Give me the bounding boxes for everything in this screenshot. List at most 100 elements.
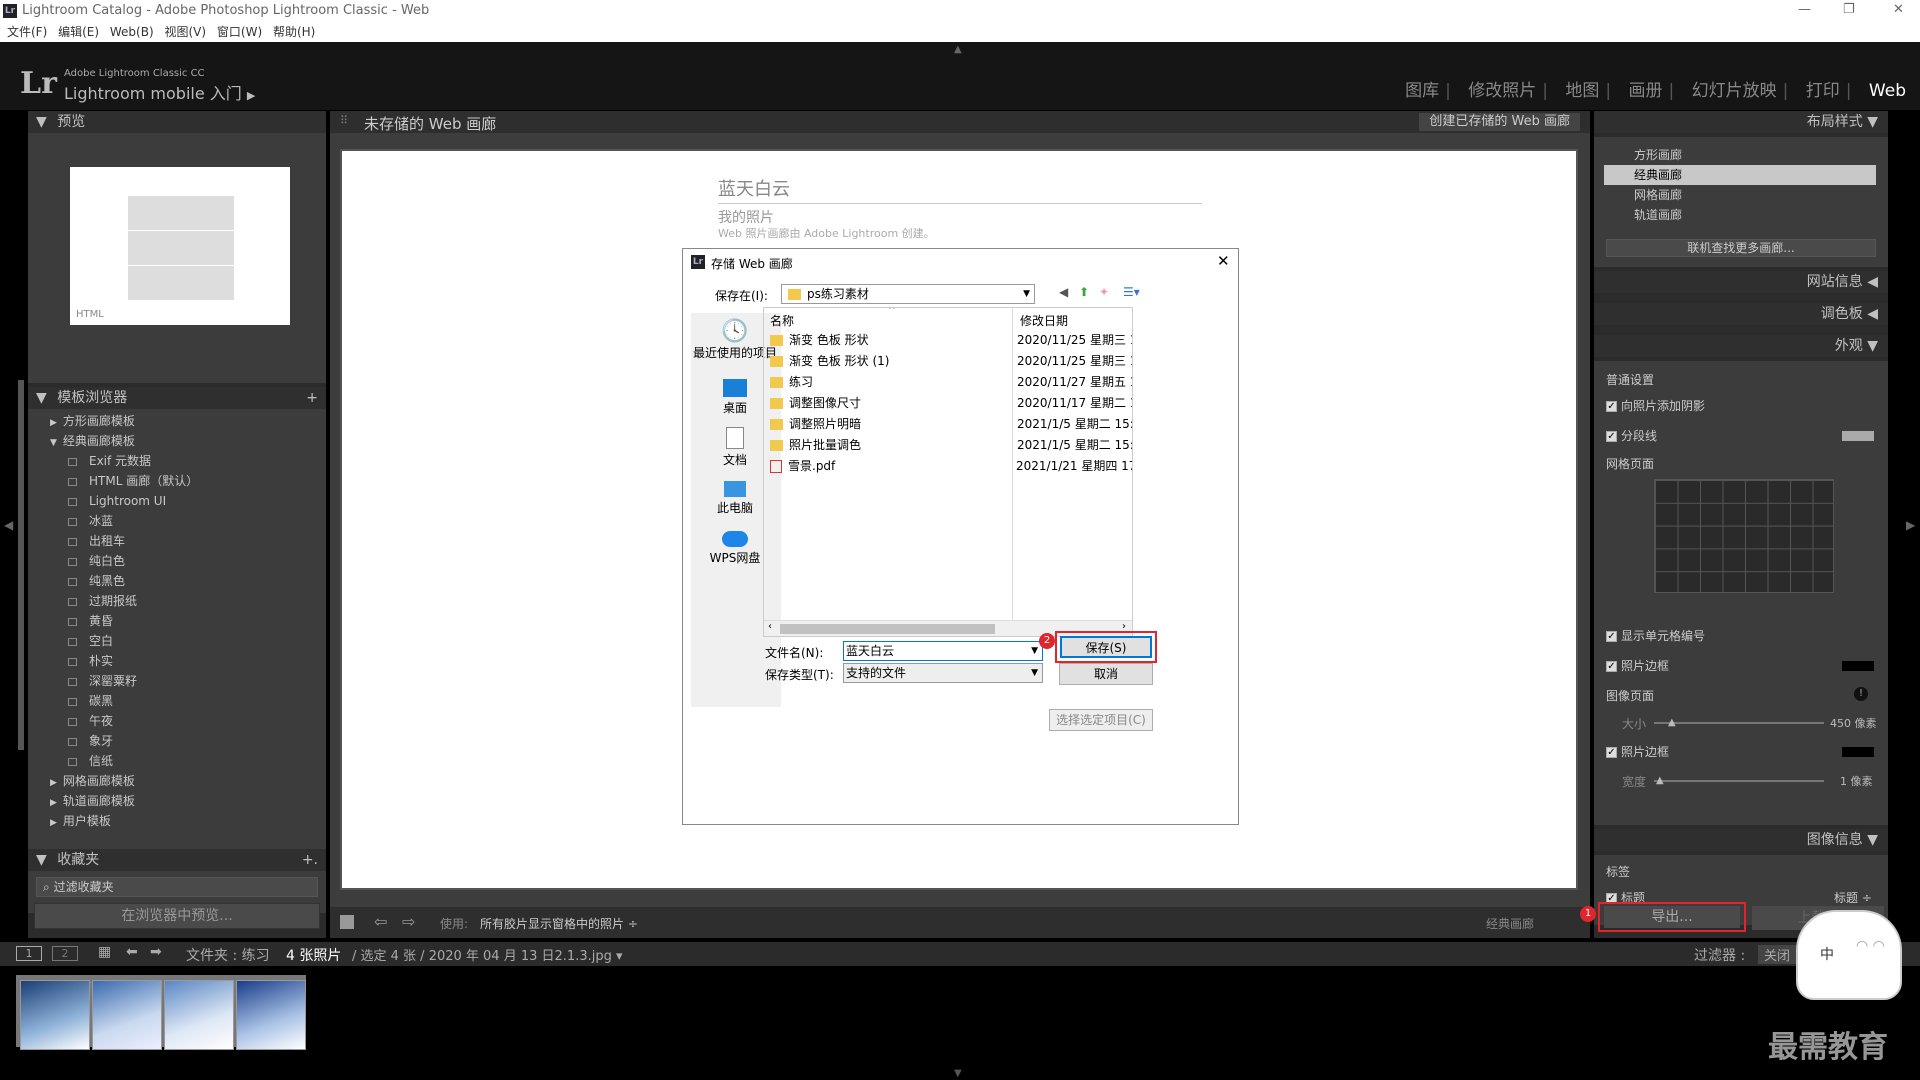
size-slider-thumb[interactable]: ▲ [1668, 717, 1676, 728]
template-item[interactable]: 空白 [28, 631, 326, 651]
menu-web[interactable]: Web(B) [110, 25, 154, 39]
left-scrollbar[interactable] [18, 380, 24, 750]
prev-icon[interactable]: ⇦ [374, 912, 387, 931]
select-item-button[interactable]: 选择选定项目(C) [1049, 709, 1153, 731]
view-menu-icon[interactable]: ☰▾ [1123, 285, 1140, 299]
image-info-header[interactable]: 图像信息 ▼ [1594, 829, 1888, 851]
find-more-galleries-button[interactable]: 联机查找更多画廊... [1606, 239, 1876, 257]
menu-window[interactable]: 窗口(W) [217, 25, 262, 39]
collection-description[interactable]: Web 照片画廊由 Adobe Lightroom 创建。 [718, 225, 935, 241]
border-color-swatch[interactable] [1842, 661, 1874, 671]
template-item[interactable]: ▶ 网格画廊模板 [28, 771, 326, 791]
filter-select[interactable]: 关闭 [1758, 945, 1797, 964]
module-slideshow[interactable]: 幻灯片放映 [1692, 81, 1777, 101]
preview-in-browser-button[interactable]: 在浏览器中预览... [34, 903, 320, 929]
collapse-top-icon[interactable]: ▲ [954, 44, 962, 55]
film-thumb-2[interactable] [92, 980, 162, 1050]
folder-path[interactable]: 文件夹 : 练习 [186, 945, 270, 965]
mobile-link[interactable]: Lightroom mobile 入门 [64, 84, 242, 103]
file-row[interactable]: 调整照片明暗 2021/1/5 星期二 15:24 [770, 414, 1132, 435]
collections-header[interactable]: ▼ 收藏夹 +. [28, 849, 326, 871]
template-item[interactable]: 纯白色 [28, 551, 326, 571]
selection-info[interactable]: / 选定 4 张 / 2020 年 04 月 13 日2.1.3.jpg ▾ [352, 945, 623, 964]
collection-title[interactable]: 我的照片 [718, 207, 774, 227]
layout-item[interactable]: 方形画廊 [1604, 145, 1876, 165]
collapse-bottom-icon[interactable]: ▼ [954, 1068, 962, 1079]
photo-border-checkbox[interactable]: ✓ 照片边框 [1606, 657, 1669, 674]
template-item[interactable]: 过期报纸 [28, 591, 326, 611]
module-map[interactable]: 地图 [1565, 81, 1599, 101]
template-item[interactable]: 朴实 [28, 651, 326, 671]
layout-style-header[interactable]: 布局样式 ▼ [1594, 111, 1888, 133]
color-palette-header[interactable]: 调色板 ◀ [1594, 303, 1888, 325]
preview-header[interactable]: ▼ 预览 [28, 111, 326, 133]
template-item[interactable]: 纯黑色 [28, 571, 326, 591]
stop-icon[interactable] [340, 915, 354, 929]
template-item[interactable]: 象牙 [28, 731, 326, 751]
template-browser-header[interactable]: ▼ 模板浏览器 + [28, 387, 326, 409]
file-row[interactable]: 雪景.pdf 2021/1/21 星期四 17:11 [770, 456, 1132, 477]
film-thumb-4[interactable] [236, 980, 306, 1050]
scroll-left-icon[interactable]: ‹ [768, 621, 772, 632]
file-row[interactable]: 渐变 色板 形状 (1) 2020/11/25 星期三 10:43 [770, 351, 1132, 372]
show-cell-number-checkbox[interactable]: ✓ 显示单元格编号 [1606, 627, 1705, 644]
template-item[interactable]: ▶ 方形画廊模板 [28, 411, 326, 431]
film-thumb-3[interactable] [164, 980, 234, 1050]
template-item[interactable]: 黄昏 [28, 611, 326, 631]
menu-edit[interactable]: 编辑(E) [58, 25, 99, 39]
file-row[interactable]: 渐变 色板 形状 2020/11/25 星期三 10:43 [770, 330, 1132, 351]
ime-mode[interactable]: 中 [1820, 944, 1834, 964]
photo-border2-checkbox[interactable]: ✓ 照片边框 [1606, 743, 1669, 760]
appearance-header[interactable]: 外观 ▼ [1594, 335, 1888, 357]
template-item[interactable]: 午夜 [28, 711, 326, 731]
identity-line2[interactable]: Lightroom mobile 入门 ▶ [64, 80, 255, 104]
back-icon[interactable]: ◀ [1059, 285, 1068, 299]
page1-button[interactable]: 1 [16, 946, 42, 961]
title-select[interactable]: 标题 ÷ [1834, 889, 1872, 906]
module-develop[interactable]: 修改照片 [1468, 81, 1536, 101]
template-item[interactable]: Exif 元数据 [28, 451, 326, 471]
up-folder-icon[interactable]: ⬆ [1079, 285, 1089, 299]
export-button[interactable]: 导出... [1604, 906, 1740, 928]
module-library[interactable]: 图库 [1405, 81, 1439, 101]
menu-view[interactable]: 视图(V) [164, 25, 206, 39]
template-item[interactable]: ▼ 经典画廊模板 [28, 431, 326, 451]
minimize-icon[interactable]: — [1798, 2, 1811, 17]
section-lines-checkbox[interactable]: ✓ 分段线 [1606, 427, 1657, 444]
filetype-select[interactable]: 支持的文件 ▼ [843, 663, 1043, 683]
cancel-button[interactable]: 取消 [1059, 663, 1153, 685]
info-icon[interactable]: ! [1854, 687, 1868, 701]
template-item[interactable]: ▶ 轨道画廊模板 [28, 791, 326, 811]
new-folder-icon[interactable]: ✦ [1099, 285, 1109, 299]
next-icon[interactable]: ⇨ [402, 912, 415, 931]
layout-item[interactable]: 网格画廊 [1604, 185, 1876, 205]
create-saved-gallery-button[interactable]: 创建已存储的 Web 画廊 [1419, 113, 1580, 131]
save-in-select[interactable]: ps练习素材 ▼ [781, 284, 1035, 304]
ime-mascot[interactable]: 中 ◠ ◠ [1796, 910, 1902, 1000]
file-row[interactable]: 练习 2020/11/27 星期五 16:34 [770, 372, 1132, 393]
layout-item[interactable]: 轨道画廊 [1604, 205, 1876, 225]
page2-button[interactable]: 2 [52, 946, 78, 961]
template-item[interactable]: 碳黑 [28, 691, 326, 711]
dialog-close-icon[interactable]: ✕ [1217, 252, 1230, 270]
menu-help[interactable]: 帮助(H) [273, 25, 315, 39]
site-info-header[interactable]: 网站信息 ◀ [1594, 271, 1888, 293]
back-icon[interactable]: ⬅ [126, 944, 138, 960]
maximize-icon[interactable]: ❐ [1843, 2, 1855, 17]
border2-color-swatch[interactable] [1842, 747, 1874, 757]
grid-view-icon[interactable]: ▦ [98, 944, 111, 960]
module-book[interactable]: 画册 [1629, 81, 1663, 101]
template-item[interactable]: ▶ 用户模板 [28, 811, 326, 831]
add-collection-icon[interactable]: +. [302, 849, 318, 871]
site-title[interactable]: 蓝天白云 [718, 175, 1202, 204]
film-thumb-1[interactable] [20, 980, 90, 1050]
forward-icon[interactable]: ➡ [150, 944, 162, 960]
left-panel-toggle-icon[interactable]: ◀ [4, 518, 13, 532]
file-row[interactable]: 照片批量调色 2021/1/5 星期二 15:04 [770, 435, 1132, 456]
close-icon[interactable]: ✕ [1893, 2, 1904, 17]
width-slider[interactable] [1654, 780, 1824, 782]
width-slider-thumb[interactable]: ▲ [1656, 775, 1664, 786]
scrollbar-thumb[interactable] [780, 624, 995, 634]
module-web[interactable]: Web [1869, 81, 1906, 101]
name-column-header[interactable]: 名称 [770, 312, 794, 329]
